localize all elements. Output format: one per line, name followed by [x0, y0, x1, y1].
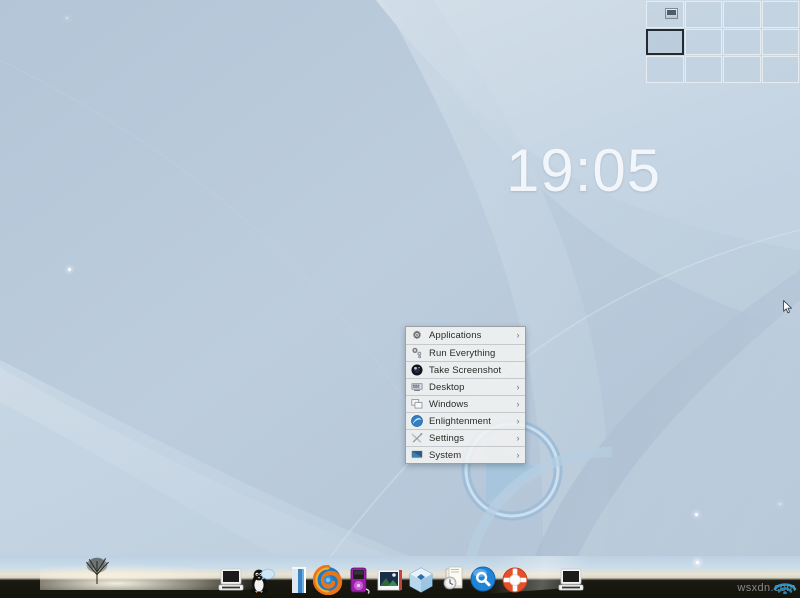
sparkle-dot [695, 513, 698, 516]
pager-cell-1[interactable] [685, 1, 723, 28]
sparkle-dot [68, 268, 71, 271]
system-icon [410, 448, 424, 462]
desktop-icon [410, 380, 424, 394]
menu-item-label: Applications [429, 330, 514, 341]
windows-icon [410, 397, 424, 411]
pager-cell-10[interactable] [723, 56, 761, 83]
tools-icon [410, 431, 424, 445]
dock-item-image-viewer[interactable] [375, 565, 405, 595]
menu-item-run-everything[interactable]: Run Everything › [406, 344, 525, 361]
dock-tree-silhouette [78, 556, 116, 584]
pager-cell-5[interactable] [685, 29, 723, 56]
wallpaper [0, 0, 800, 598]
wallpaper-shapes [0, 0, 800, 598]
gear-icon [410, 329, 424, 343]
dock-item-help[interactable] [500, 565, 530, 595]
pager-cell-0[interactable] [646, 1, 684, 28]
menu-item-applications[interactable]: Applications › [406, 327, 525, 344]
pager-cell-8[interactable] [646, 56, 684, 83]
chevron-right-icon: › [514, 331, 522, 340]
pager-cell-11[interactable] [762, 56, 800, 83]
ibar-shelf[interactable] [0, 556, 800, 598]
menu-item-label: Take Screenshot [429, 365, 514, 376]
menu-item-settings[interactable]: Settings › [406, 429, 525, 446]
dock-item-computer[interactable] [216, 565, 246, 595]
pager-window-thumbnail [665, 8, 678, 19]
wifi-arc-logo-icon [772, 576, 798, 594]
pager-cell-2[interactable] [723, 1, 761, 28]
dock-item-computer-2[interactable] [556, 565, 586, 595]
desktop-root[interactable]: 19:05 Applications › [0, 0, 800, 598]
sparkle-dot [66, 17, 68, 19]
chevron-right-icon: › [514, 400, 522, 409]
dock-star [696, 561, 699, 564]
menu-item-label: Run Everything [429, 348, 514, 359]
pager-cell-4[interactable] [646, 29, 684, 56]
camera-icon [410, 363, 424, 377]
dock-item-terminal[interactable] [246, 565, 276, 595]
sparkle-dot [779, 503, 781, 505]
desktop-clock: 19:05 [506, 141, 661, 201]
menu-item-desktop[interactable]: Desktop › [406, 378, 525, 395]
run-icon [410, 346, 424, 360]
pager-cell-6[interactable] [723, 29, 761, 56]
dock-item-virtualbox[interactable] [406, 565, 436, 595]
e-logo-icon [410, 414, 424, 428]
dock-item-files[interactable] [284, 565, 314, 595]
dock-item-music-player[interactable] [344, 565, 374, 595]
dock-item-search[interactable] [468, 565, 498, 595]
menu-item-windows[interactable]: Windows › [406, 395, 525, 412]
menu-item-label: Settings [429, 433, 514, 444]
menu-item-label: Windows [429, 399, 514, 410]
menu-item-enlightenment[interactable]: Enlightenment › [406, 412, 525, 429]
chevron-right-icon: › [514, 434, 522, 443]
menu-item-label: Desktop [429, 382, 514, 393]
menu-item-label: Enlightenment [429, 416, 514, 427]
desktop-context-menu[interactable]: Applications › Run Everything › [405, 326, 526, 464]
menu-item-system[interactable]: System › [406, 446, 525, 463]
chevron-right-icon: › [514, 451, 522, 460]
virtual-desktop-pager[interactable] [645, 0, 800, 84]
menu-item-take-screenshot[interactable]: Take Screenshot › [406, 361, 525, 378]
pager-cell-3[interactable] [762, 1, 800, 28]
chevron-right-icon: › [514, 383, 522, 392]
pager-cell-7[interactable] [762, 29, 800, 56]
chevron-right-icon: › [514, 417, 522, 426]
menu-item-label: System [429, 450, 514, 461]
pager-cell-9[interactable] [685, 56, 723, 83]
dock-item-firefox[interactable] [313, 565, 343, 595]
dock-item-archive-manager[interactable] [438, 565, 468, 595]
